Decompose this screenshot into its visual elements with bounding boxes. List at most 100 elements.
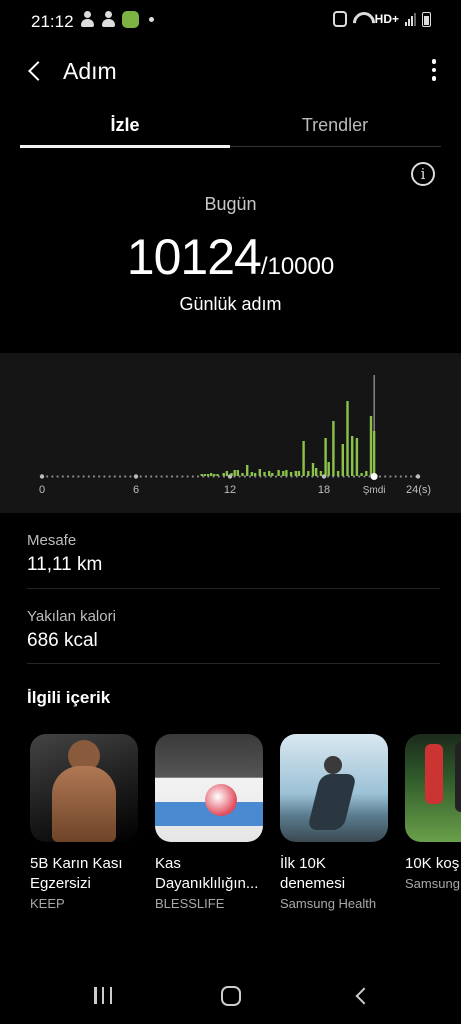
chart-bar — [285, 470, 288, 476]
chart-bar — [324, 438, 327, 476]
axis-dot — [129, 475, 132, 478]
battery-icon — [422, 11, 431, 27]
now-marker-dot — [370, 473, 378, 480]
related-content-title: İlgili içerik — [27, 688, 111, 707]
axis-dot — [155, 475, 158, 478]
axis-dot — [170, 475, 174, 478]
axis-dot — [399, 475, 402, 478]
axis-dot — [66, 475, 70, 478]
chart-bar — [258, 469, 261, 476]
divider — [27, 588, 440, 589]
axis-dot — [191, 475, 194, 478]
status-system-icons: HD+ — [332, 11, 431, 27]
chart-bar — [327, 462, 330, 476]
axis-dot — [77, 475, 80, 478]
chart-bar — [297, 471, 301, 476]
chart-bar — [216, 474, 219, 476]
chart-bar — [253, 473, 257, 476]
tick-dot — [415, 474, 421, 479]
hourly-steps-chart[interactable]: 0 6 12 18 Şmdi 24(s) — [0, 353, 461, 513]
chart-bar — [341, 444, 344, 476]
chart-bar — [302, 441, 305, 476]
tab-divider — [230, 146, 441, 147]
person-icon — [80, 11, 95, 28]
chart-bar — [365, 471, 368, 476]
status-notification-icons — [80, 11, 154, 28]
card-source: Samsung — [405, 876, 460, 891]
axis-dot — [61, 475, 64, 478]
person-icon — [101, 11, 116, 28]
content-card[interactable]: İlk 10K denemesi Samsung Health — [280, 734, 388, 911]
chart-bar — [315, 468, 318, 476]
day-label: Bugün — [204, 194, 257, 214]
distance-row: Mesafe 11,11 km — [0, 516, 461, 588]
distance-value: 11,11 km — [27, 554, 103, 575]
axis-dot — [144, 475, 148, 478]
app-icon — [122, 11, 139, 28]
chart-bar — [225, 471, 229, 476]
card-title-line1: 10K koş — [405, 855, 460, 872]
calories-row: Yakılan kalori 686 kcal — [0, 592, 461, 664]
axis-dot — [103, 475, 106, 478]
axis-dot — [196, 475, 200, 478]
axis-dot — [378, 475, 382, 478]
chart-bar — [289, 472, 293, 476]
content-card[interactable]: 5B Karın Kası Egzersizi KEEP — [30, 734, 138, 911]
card-title-line2: Dayanıklılığın... — [155, 875, 259, 892]
chart-bar — [268, 471, 271, 476]
chart-bar — [210, 473, 213, 476]
axis-dot — [410, 475, 413, 478]
back-button[interactable] — [22, 56, 50, 84]
axis-dot — [176, 475, 179, 478]
axis-dot — [404, 475, 408, 478]
card-thumbnail — [280, 734, 388, 842]
wifi-icon — [353, 12, 369, 26]
related-content-carousel[interactable]: 5B Karın Kası Egzersizi KEEP Kas Dayanık… — [0, 734, 461, 924]
axis-dot — [280, 475, 283, 478]
axis-dot — [384, 475, 387, 478]
axis-dot — [358, 475, 361, 478]
x-tick-label: 0 — [39, 484, 45, 496]
more-options-button[interactable] — [429, 56, 439, 84]
steps-caption: Günlük adım — [179, 294, 282, 314]
content-card[interactable]: 10K koş Samsung — [405, 734, 461, 891]
signal-icon — [405, 12, 416, 26]
chart-bar — [236, 470, 239, 476]
back-icon[interactable] — [352, 987, 370, 1005]
tick-dot — [227, 474, 233, 479]
tick-dot — [321, 474, 327, 479]
chart-bar — [294, 471, 297, 476]
card-source: BLESSLIFE — [155, 896, 225, 911]
steps-count: 10124 — [126, 229, 262, 285]
x-tick-label: Şmdi — [363, 485, 386, 496]
x-tick-label: 24(s) — [406, 484, 431, 496]
axis-dot — [274, 475, 278, 478]
tab-izle[interactable]: İzle — [20, 104, 230, 148]
x-tick-label: 18 — [318, 484, 330, 496]
chart-bar — [372, 431, 376, 476]
chart-svg: 0 6 12 18 Şmdi 24(s) — [39, 375, 431, 496]
axis-dot — [108, 475, 111, 478]
axis-dot — [389, 475, 392, 478]
chart-bar — [319, 471, 323, 476]
active-tab-indicator — [20, 145, 230, 148]
tab-bar: İzle Trendler — [20, 104, 441, 148]
axis-dot — [82, 475, 85, 478]
card-thumbnail — [30, 734, 138, 842]
chart-bar — [277, 470, 280, 476]
alarm-icon — [332, 11, 347, 27]
home-icon[interactable] — [221, 986, 241, 1006]
calories-value: 686 kcal — [27, 630, 98, 651]
distance-label: Mesafe — [27, 532, 77, 549]
status-time: 21:12 — [31, 12, 74, 31]
chart-bar — [311, 463, 315, 476]
recents-icon[interactable] — [94, 987, 112, 1005]
x-tick-label: 6 — [133, 484, 139, 496]
info-icon[interactable]: i — [411, 162, 435, 186]
axis-dot — [56, 475, 59, 478]
tick-dot — [39, 474, 45, 479]
content-card[interactable]: Kas Dayanıklılığın... BLESSLIFE — [155, 734, 263, 911]
card-source: Samsung Health — [280, 896, 377, 911]
tab-trendler[interactable]: Trendler — [230, 104, 440, 148]
chart-bar — [213, 474, 216, 476]
